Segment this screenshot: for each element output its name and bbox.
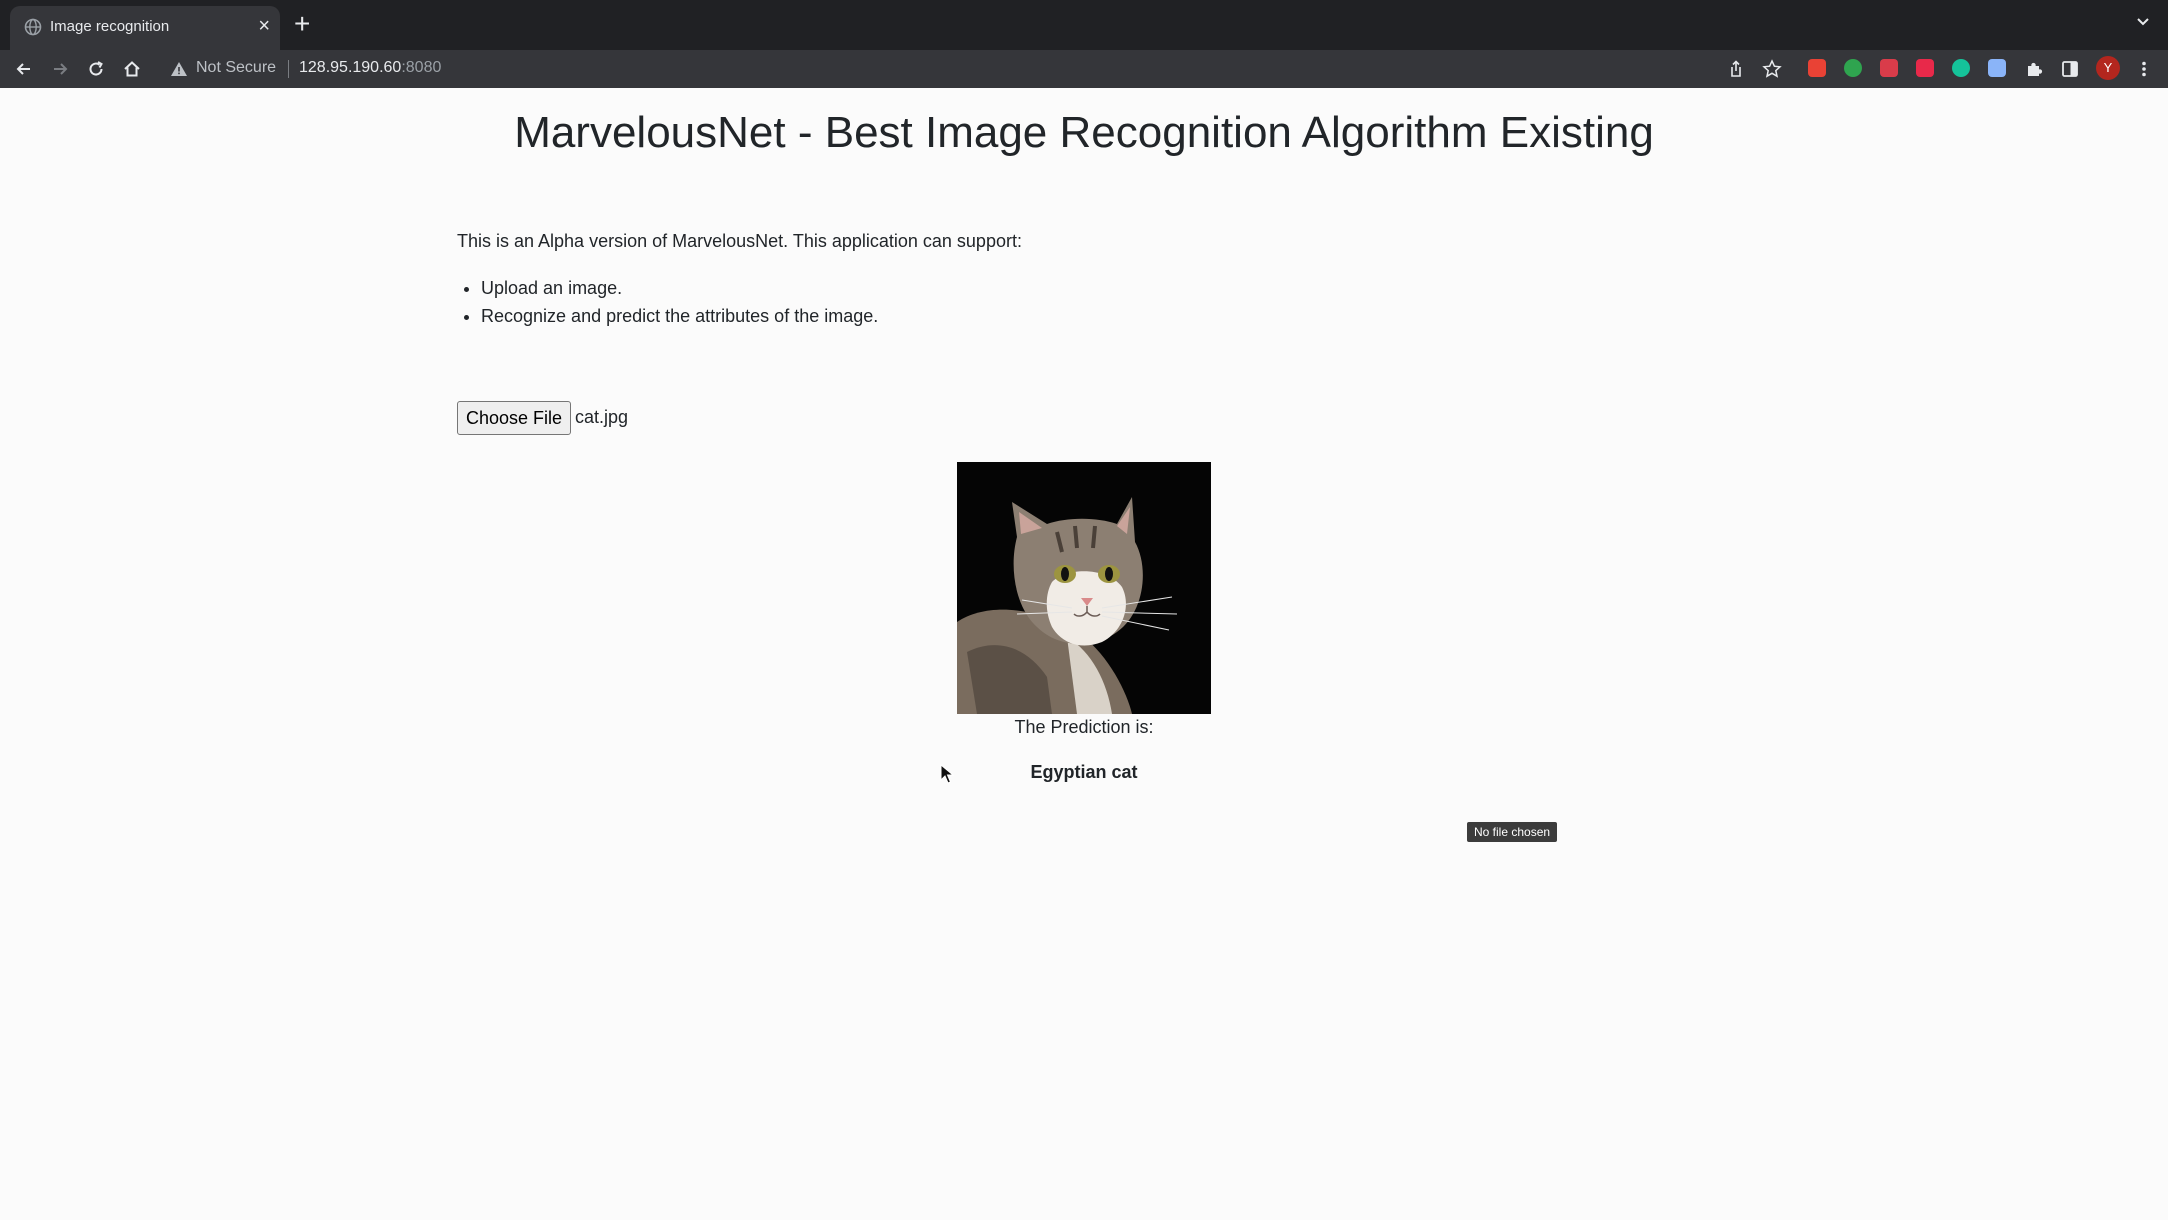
cat-illustration	[957, 462, 1211, 714]
extension-red-pill-icon[interactable]	[1916, 59, 1934, 77]
feature-list: Upload an image. Recognize and predict t…	[457, 276, 878, 332]
bookmark-star-icon[interactable]	[1762, 59, 1782, 79]
share-icon[interactable]	[1726, 59, 1746, 79]
profile-avatar[interactable]: Y	[2096, 56, 2120, 80]
new-tab-button[interactable]: +	[294, 10, 310, 38]
feature-item: Recognize and predict the attributes of …	[481, 304, 878, 332]
extension-calendar-icon[interactable]	[1988, 59, 2006, 77]
prediction-label: The Prediction is:	[1014, 717, 1154, 737]
forward-arrow-icon[interactable]	[50, 59, 70, 79]
tab-search-chevron-icon[interactable]	[2134, 12, 2152, 30]
extension-red-square-icon[interactable]	[1808, 59, 1826, 77]
choose-file-button[interactable]: Choose File	[457, 401, 571, 435]
globe-icon	[24, 18, 42, 36]
not-secure-warning-icon[interactable]	[170, 60, 188, 78]
puzzle-extensions-icon[interactable]	[2024, 59, 2044, 79]
home-icon[interactable]	[122, 59, 142, 79]
extension-red-shield-icon[interactable]	[1880, 59, 1898, 77]
browser-tab[interactable]: Image recognition ×	[10, 6, 280, 50]
uploaded-cat-image	[957, 462, 1211, 714]
security-label[interactable]: Not Secure	[196, 59, 276, 77]
extension-grammarly-icon[interactable]	[1952, 59, 1970, 77]
page-title: MarvelousNet - Best Image Recognition Al…	[514, 108, 1654, 157]
reload-icon[interactable]	[86, 59, 106, 79]
extension-green-refresh-icon[interactable]	[1844, 59, 1862, 77]
feature-item: Upload an image.	[481, 276, 878, 304]
mouse-pointer-icon	[940, 764, 954, 784]
kebab-menu-icon[interactable]	[2134, 59, 2154, 79]
browser-toolbar: Not Secure 128.95.190.60:8080 Y	[0, 50, 2168, 88]
prediction-result: Egyptian cat	[1030, 762, 1138, 782]
tab-close-icon[interactable]: ×	[258, 14, 270, 38]
file-input-tooltip: No file chosen	[1467, 822, 1558, 842]
address-divider	[288, 60, 289, 78]
browser-tab-bar: Image recognition × +	[0, 0, 2168, 50]
url-port: :8080	[401, 59, 442, 76]
tab-title: Image recognition	[50, 18, 170, 35]
url-host: 128.95.190.60	[299, 59, 402, 76]
intro-text: This is an Alpha version of MarvelousNet…	[457, 231, 1022, 251]
address-bar-url[interactable]: 128.95.190.60:8080	[299, 59, 441, 77]
back-arrow-icon[interactable]	[14, 59, 34, 79]
selected-file-name: cat.jpg	[575, 407, 629, 427]
side-panel-icon[interactable]	[2060, 59, 2080, 79]
